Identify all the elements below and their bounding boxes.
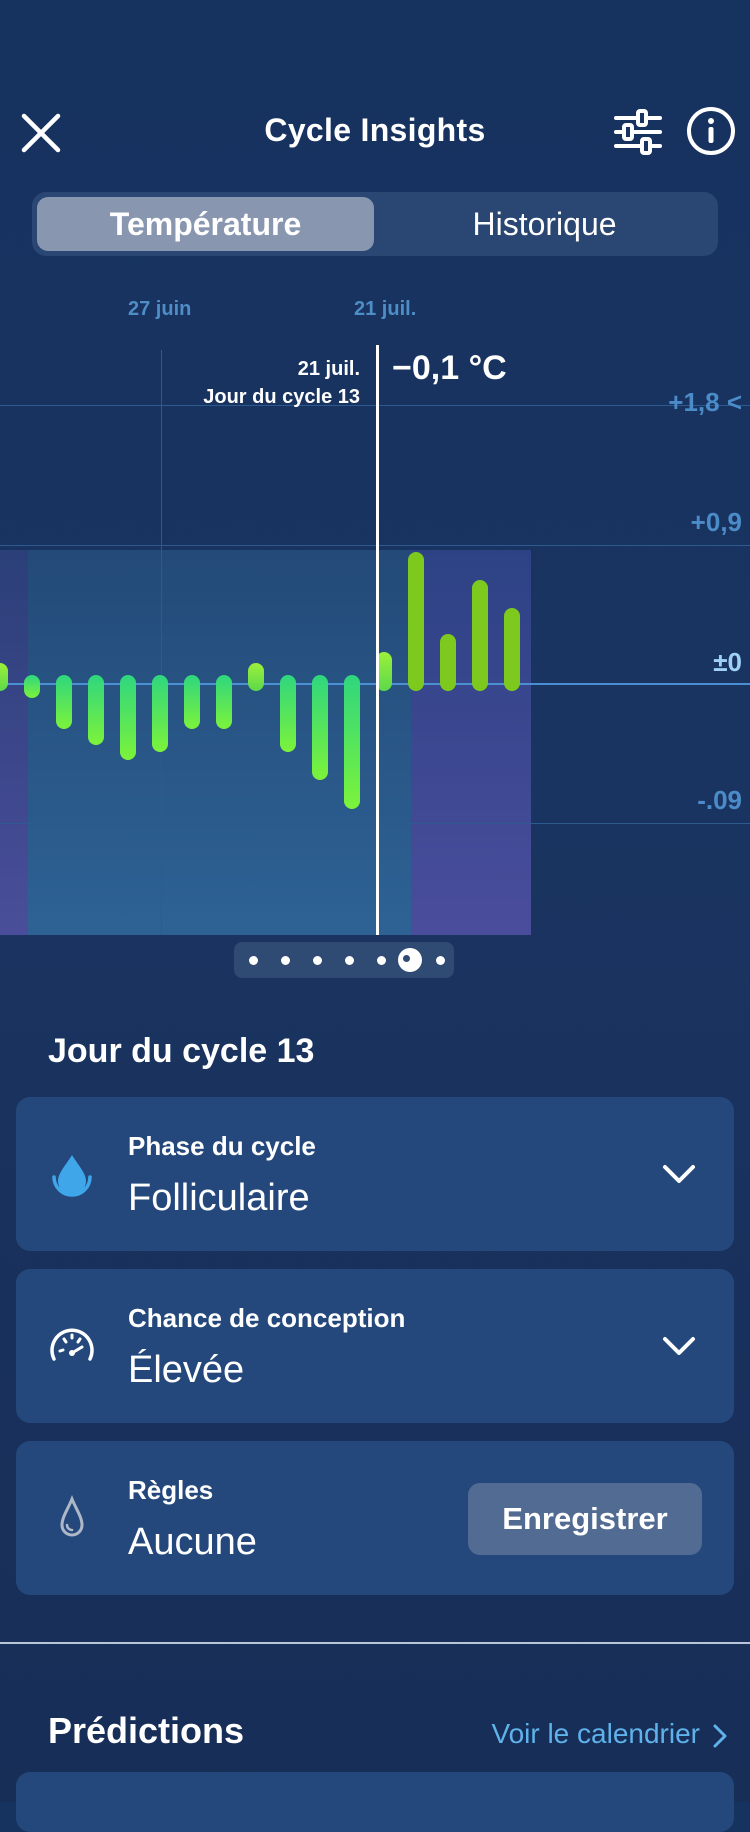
- chart-bar: [56, 675, 72, 730]
- pager-dot[interactable]: [249, 956, 258, 965]
- chart-phase-shade: [0, 550, 28, 935]
- predictions-card[interactable]: [16, 1772, 734, 1832]
- conception-value: Élevée: [128, 1349, 245, 1391]
- cycle-day-title: Jour du cycle 13: [48, 1032, 315, 1070]
- drop-icon: [52, 1155, 92, 1197]
- section-divider: [0, 1642, 750, 1644]
- chart-bar: [344, 675, 360, 810]
- phase-value: Folliculaire: [128, 1177, 310, 1219]
- info-button[interactable]: [686, 106, 736, 156]
- chart-bar: [120, 675, 136, 760]
- chart-bar: [216, 675, 232, 730]
- selected-temperature: −0,1 °C: [392, 349, 507, 387]
- view-calendar-link[interactable]: Voir le calendrier: [491, 1718, 700, 1750]
- phase-card[interactable]: Phase du cycle Folliculaire: [16, 1097, 734, 1251]
- chart-bar: [504, 607, 520, 691]
- chart-date-label: 21 juil.: [354, 298, 417, 320]
- period-label: Règles: [128, 1475, 214, 1505]
- phase-label: Phase du cycle: [128, 1131, 316, 1161]
- chart-bar: [312, 675, 328, 781]
- sliders-icon: [614, 109, 662, 155]
- pager-dot[interactable]: [313, 956, 322, 965]
- y-tick-label: ±0: [713, 647, 742, 677]
- tab-temperature[interactable]: Température: [37, 197, 374, 251]
- chart-bar: [472, 579, 488, 691]
- pager-dot[interactable]: [377, 956, 386, 965]
- chart-bar: [184, 675, 200, 730]
- chart-bar: [152, 675, 168, 753]
- chart-bar: [408, 552, 424, 691]
- y-tick-label: +0,9: [690, 507, 742, 537]
- chart-bar: [280, 675, 296, 753]
- info-icon: [687, 107, 735, 155]
- chart-bar: [440, 633, 456, 691]
- header: Cycle Insights: [0, 90, 750, 176]
- gauge-icon: [50, 1328, 94, 1361]
- blood-drop-icon: [60, 1494, 84, 1537]
- chart-date-label: 27 juin: [128, 298, 192, 320]
- view-switcher: Température Historique: [32, 192, 718, 256]
- chart-pager[interactable]: [234, 942, 454, 978]
- chart-bar: [0, 663, 8, 691]
- chart-bar: [248, 663, 264, 691]
- chevron-right-icon[interactable]: [706, 1720, 734, 1752]
- selected-date: 21 juil.: [297, 358, 360, 380]
- y-tick-label: +1,8 <: [668, 387, 742, 417]
- chart-gridline: [0, 545, 750, 546]
- chart-zero-line: [0, 683, 750, 685]
- chart-cursor[interactable]: [376, 345, 379, 935]
- chart-gridline: [0, 405, 750, 406]
- filter-button[interactable]: [610, 106, 666, 162]
- selected-cycle-day: Jour du cycle 13: [203, 386, 360, 408]
- tab-history[interactable]: Historique: [376, 197, 713, 251]
- predictions-title: Prédictions: [48, 1710, 245, 1751]
- chevron-down-icon[interactable]: [660, 1327, 698, 1365]
- chart-bar: [88, 675, 104, 745]
- pager-dot[interactable]: [281, 956, 290, 965]
- chart-bar: [24, 675, 40, 699]
- chart-gridline: [0, 823, 750, 824]
- y-tick-label: -.09: [697, 785, 742, 815]
- pager-dot[interactable]: [436, 956, 445, 965]
- selected-date-info: 21 juil. Jour du cycle 13: [203, 355, 360, 411]
- conception-label: Chance de conception: [128, 1303, 406, 1333]
- conception-card[interactable]: Chance de conception Élevée: [16, 1269, 734, 1423]
- chevron-down-icon[interactable]: [660, 1155, 698, 1193]
- record-button[interactable]: Enregistrer: [468, 1483, 702, 1555]
- period-card: Règles Aucune Enregistrer: [16, 1441, 734, 1595]
- pager-dot-active[interactable]: [398, 948, 422, 972]
- pager-dot[interactable]: [345, 956, 354, 965]
- temperature-chart[interactable]: +1,8 < +0,9 ±0 -.09 21 juil. Jour du cyc…: [0, 345, 750, 935]
- chart-vertical-gridline: [161, 350, 162, 935]
- period-value: Aucune: [128, 1521, 257, 1563]
